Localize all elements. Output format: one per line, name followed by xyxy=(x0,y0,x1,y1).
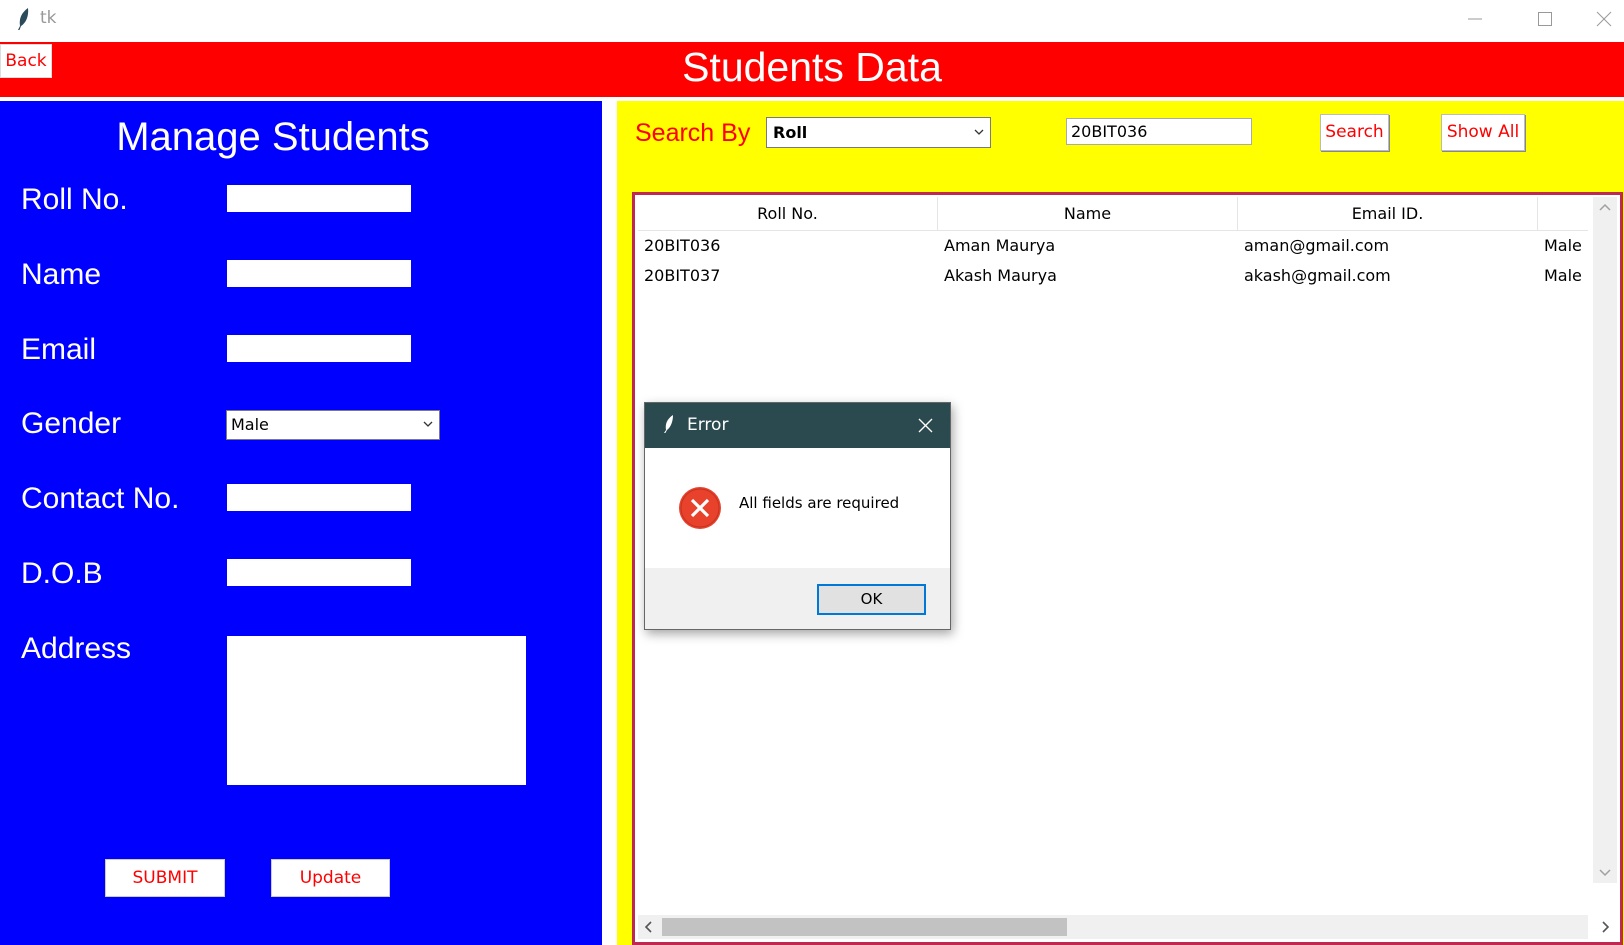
contact-label: Contact No. xyxy=(21,482,180,515)
dialog-titlebar: Error xyxy=(645,403,950,448)
cell-email: aman@gmail.com xyxy=(1244,236,1390,255)
search-button[interactable]: Search xyxy=(1320,114,1389,151)
email-label: Email xyxy=(21,333,97,366)
update-button[interactable]: Update xyxy=(271,859,390,897)
gender-label: Gender xyxy=(21,407,122,440)
dialog-title: Error xyxy=(687,415,729,435)
chevron-down-icon xyxy=(423,421,433,427)
scroll-up-icon[interactable] xyxy=(1599,203,1611,213)
table-header: Roll No. Name Email ID. xyxy=(638,197,1588,231)
column-header-name[interactable]: Name xyxy=(938,197,1238,230)
error-x-icon xyxy=(679,487,721,529)
back-button[interactable]: Back xyxy=(0,44,52,78)
cell-name: Akash Maurya xyxy=(944,266,1057,285)
dialog-body: All fields are required xyxy=(645,448,950,568)
search-input-value: 20BIT036 xyxy=(1071,122,1148,141)
minimize-icon[interactable] xyxy=(1452,0,1498,38)
table-row[interactable]: 20BIT036 Aman Maurya aman@gmail.com Male xyxy=(638,231,1588,260)
column-header-email[interactable]: Email ID. xyxy=(1238,197,1538,230)
scroll-left-icon[interactable] xyxy=(644,921,654,933)
header-bar: Students Data Back xyxy=(0,42,1624,97)
address-textarea[interactable] xyxy=(227,636,526,785)
name-input[interactable] xyxy=(227,260,411,287)
roll-label: Roll No. xyxy=(21,183,128,216)
manage-students-title: Manage Students xyxy=(116,115,430,159)
search-by-select[interactable]: Roll xyxy=(766,117,991,148)
dialog-message: All fields are required xyxy=(739,494,900,512)
search-input[interactable]: 20BIT036 xyxy=(1066,118,1252,145)
submit-button[interactable]: SUBMIT xyxy=(105,859,225,897)
cell-gender: Male xyxy=(1544,236,1582,255)
horizontal-scroll-thumb[interactable] xyxy=(662,918,1067,936)
table-row[interactable]: 20BIT037 Akash Maurya akash@gmail.com Ma… xyxy=(638,261,1588,290)
scroll-down-icon[interactable] xyxy=(1599,867,1611,877)
horizontal-scrollbar[interactable] xyxy=(638,915,1610,939)
roll-input[interactable] xyxy=(227,185,411,212)
window-title: tk xyxy=(40,8,57,28)
search-by-value: Roll xyxy=(773,123,808,142)
address-label: Address xyxy=(21,632,132,665)
window-titlebar: tk xyxy=(0,0,1624,40)
scroll-right-icon[interactable] xyxy=(1600,921,1610,933)
vertical-scrollbar[interactable] xyxy=(1593,197,1617,883)
show-all-button[interactable]: Show All xyxy=(1441,114,1525,151)
column-header-gender[interactable] xyxy=(1538,197,1588,230)
ok-button[interactable]: OK xyxy=(817,584,926,615)
cell-email: akash@gmail.com xyxy=(1244,266,1391,285)
close-icon[interactable] xyxy=(918,418,933,433)
manage-students-panel: Manage Students Roll No. Name Email Gend… xyxy=(0,101,602,945)
name-label: Name xyxy=(21,258,102,291)
feather-icon xyxy=(18,8,29,30)
error-dialog: Error All fields are required OK xyxy=(644,402,951,630)
gender-select[interactable]: Male xyxy=(226,410,440,440)
email-input[interactable] xyxy=(227,335,411,362)
cell-gender: Male xyxy=(1544,266,1582,285)
column-header-roll[interactable]: Roll No. xyxy=(638,197,938,230)
maximize-icon[interactable] xyxy=(1522,0,1568,38)
page-title: Students Data xyxy=(682,44,942,90)
cell-roll: 20BIT036 xyxy=(644,236,721,255)
cell-roll: 20BIT037 xyxy=(644,266,721,285)
search-by-label: Search By xyxy=(635,119,751,147)
close-icon[interactable] xyxy=(1584,0,1624,38)
gender-select-value: Male xyxy=(231,415,269,434)
feather-icon xyxy=(664,415,673,433)
contact-input[interactable] xyxy=(227,484,411,511)
dob-input[interactable] xyxy=(227,559,411,586)
dob-label: D.O.B xyxy=(21,557,103,590)
cell-name: Aman Maurya xyxy=(944,236,1056,255)
chevron-down-icon xyxy=(974,129,984,135)
